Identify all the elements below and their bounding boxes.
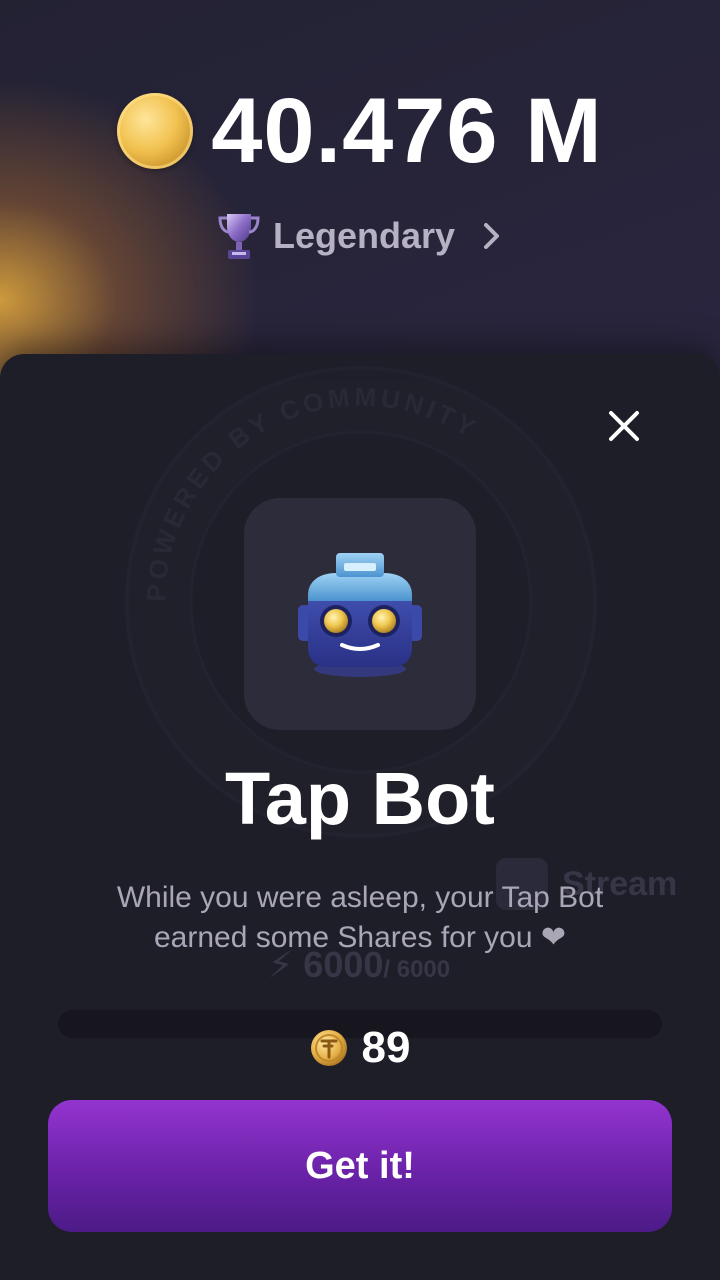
close-icon[interactable] (602, 404, 646, 448)
rank-label: Legendary (272, 215, 456, 256)
app-root: 40.476 M Legendary POWERED BY COMMUNITY … (0, 0, 720, 1280)
rank-link[interactable]: Legendary (0, 208, 720, 264)
get-it-button[interactable]: Get it! (48, 1100, 672, 1232)
balance-value: 40.476 M (211, 80, 603, 182)
reward-value: 89 (361, 1023, 411, 1072)
modal-title: Tap Bot (225, 757, 495, 840)
trophy-icon (218, 214, 260, 259)
shares-coin-icon (310, 1030, 347, 1066)
bot-icon-tile (244, 498, 476, 730)
robot-icon (298, 553, 422, 677)
modal-description: While you were asleep, your Tap Bot earn… (116, 881, 604, 954)
energy-max: / 6000 (383, 956, 451, 983)
gold-coin-icon (117, 93, 194, 169)
chevron-right-icon (484, 223, 500, 249)
tap-bot-modal: POWERED BY COMMUNITY Stream ⚡ 6000/ 6000 (0, 354, 720, 1280)
balance-display: 40.476 M (0, 80, 720, 182)
reward-amount: 89 (0, 1022, 720, 1074)
